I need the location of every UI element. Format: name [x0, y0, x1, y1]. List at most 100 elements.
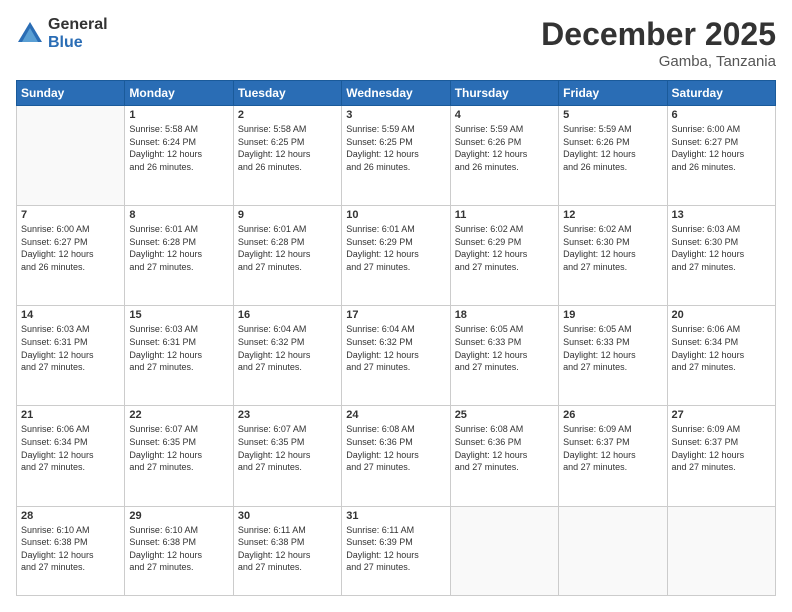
calendar-cell: 6Sunrise: 6:00 AMSunset: 6:27 PMDaylight…	[667, 106, 775, 206]
weekday-header-sunday: Sunday	[17, 81, 125, 106]
logo: General Blue	[16, 16, 108, 51]
calendar-cell: 24 Sunrise: 6:08 AMSunset: 6:36 PMDayligh…	[342, 406, 450, 506]
week-row-1: 1 Sunrise: 5:58 AMSunset: 6:24 PMDaylight…	[17, 106, 776, 206]
day-number: 27	[672, 409, 771, 421]
calendar-cell: 16 Sunrise: 6:04 AMSunset: 6:32 PMDayligh…	[233, 306, 341, 406]
weekday-header-row: SundayMondayTuesdayWednesdayThursdayFrid…	[17, 81, 776, 106]
day-info: Sunrise: 6:03 AMSunset: 6:30 PMDaylight:…	[672, 223, 771, 273]
logo-blue-label: Blue	[48, 34, 108, 52]
day-number: 14	[21, 309, 120, 321]
day-number: 24	[346, 409, 445, 421]
header: General Blue December 2025 Gamba, Tanzan…	[16, 16, 776, 70]
day-info: Sunrise: 6:07 AMSunset: 6:35 PMDaylight:…	[129, 423, 228, 473]
calendar-cell: 10 Sunrise: 6:01 AMSunset: 6:29 PMDayligh…	[342, 206, 450, 306]
day-number: 30	[238, 510, 337, 522]
day-number: 9	[238, 209, 337, 221]
weekday-header-tuesday: Tuesday	[233, 81, 341, 106]
logo-icon	[16, 20, 44, 48]
day-number: 11	[455, 209, 554, 221]
day-number: 1	[129, 109, 228, 121]
calendar-cell: 19Sunrise: 6:05 AMSunset: 6:33 PMDayligh…	[559, 306, 667, 406]
title-block: December 2025 Gamba, Tanzania	[541, 16, 776, 70]
calendar-cell	[559, 506, 667, 595]
day-number: 2	[238, 109, 337, 121]
day-info: Sunrise: 6:08 AMSunset: 6:36 PMDaylight:…	[455, 423, 554, 473]
day-info: Sunrise: 6:10 AMSunset: 6:38 PMDaylight:…	[129, 524, 228, 574]
calendar-cell: 27 Sunrise: 6:09 AMSunset: 6:37 PMDayligh…	[667, 406, 775, 506]
day-number: 21	[21, 409, 120, 421]
day-info: Sunrise: 6:08 AMSunset: 6:36 PMDaylight:…	[346, 423, 445, 473]
calendar-cell: 30 Sunrise: 6:11 AMSunset: 6:38 PMDayligh…	[233, 506, 341, 595]
day-number: 19	[563, 309, 662, 321]
calendar-cell: 13 Sunrise: 6:03 AMSunset: 6:30 PMDayligh…	[667, 206, 775, 306]
day-number: 4	[455, 109, 554, 121]
week-row-2: 7 Sunrise: 6:00 AMSunset: 6:27 PMDaylight…	[17, 206, 776, 306]
calendar-cell: 9 Sunrise: 6:01 AMSunset: 6:28 PMDaylight…	[233, 206, 341, 306]
day-info: Sunrise: 6:06 AMSunset: 6:34 PMDaylight:…	[672, 323, 771, 373]
day-info: Sunrise: 6:03 AMSunset: 6:31 PMDaylight:…	[21, 323, 120, 373]
day-info: Sunrise: 5:59 AMSunset: 6:25 PMDaylight:…	[346, 123, 445, 173]
day-info: Sunrise: 6:11 AMSunset: 6:38 PMDaylight:…	[238, 524, 337, 574]
week-row-3: 14 Sunrise: 6:03 AMSunset: 6:31 PMDayligh…	[17, 306, 776, 406]
calendar-cell: 7 Sunrise: 6:00 AMSunset: 6:27 PMDaylight…	[17, 206, 125, 306]
calendar-cell: 2 Sunrise: 5:58 AMSunset: 6:25 PMDaylight…	[233, 106, 341, 206]
day-info: Sunrise: 5:59 AMSunset: 6:26 PMDaylight:…	[455, 123, 554, 173]
day-info: Sunrise: 5:58 AMSunset: 6:25 PMDaylight:…	[238, 123, 337, 173]
day-number: 7	[21, 209, 120, 221]
day-info: Sunrise: 6:04 AMSunset: 6:32 PMDaylight:…	[346, 323, 445, 373]
calendar-cell: 3Sunrise: 5:59 AMSunset: 6:25 PMDaylight…	[342, 106, 450, 206]
weekday-header-wednesday: Wednesday	[342, 81, 450, 106]
calendar-cell	[450, 506, 558, 595]
weekday-header-monday: Monday	[125, 81, 233, 106]
month-title: December 2025	[541, 16, 776, 53]
day-info: Sunrise: 6:02 AMSunset: 6:29 PMDaylight:…	[455, 223, 554, 273]
day-number: 23	[238, 409, 337, 421]
calendar-cell: 20 Sunrise: 6:06 AMSunset: 6:34 PMDayligh…	[667, 306, 775, 406]
day-number: 17	[346, 309, 445, 321]
day-info: Sunrise: 6:01 AMSunset: 6:28 PMDaylight:…	[238, 223, 337, 273]
week-row-5: 28Sunrise: 6:10 AMSunset: 6:38 PMDayligh…	[17, 506, 776, 595]
calendar: SundayMondayTuesdayWednesdayThursdayFrid…	[16, 80, 776, 596]
day-info: Sunrise: 6:10 AMSunset: 6:38 PMDaylight:…	[21, 524, 120, 574]
calendar-cell: 22Sunrise: 6:07 AMSunset: 6:35 PMDayligh…	[125, 406, 233, 506]
day-info: Sunrise: 5:58 AMSunset: 6:24 PMDaylight:…	[129, 123, 228, 173]
day-number: 10	[346, 209, 445, 221]
day-number: 13	[672, 209, 771, 221]
day-info: Sunrise: 6:07 AMSunset: 6:35 PMDaylight:…	[238, 423, 337, 473]
location: Gamba, Tanzania	[541, 53, 776, 70]
calendar-cell: 29Sunrise: 6:10 AMSunset: 6:38 PMDayligh…	[125, 506, 233, 595]
calendar-cell	[667, 506, 775, 595]
day-number: 18	[455, 309, 554, 321]
calendar-cell	[17, 106, 125, 206]
calendar-cell: 4 Sunrise: 5:59 AMSunset: 6:26 PMDaylight…	[450, 106, 558, 206]
day-info: Sunrise: 6:09 AMSunset: 6:37 PMDaylight:…	[672, 423, 771, 473]
calendar-cell: 31Sunrise: 6:11 AMSunset: 6:39 PMDayligh…	[342, 506, 450, 595]
day-info: Sunrise: 6:05 AMSunset: 6:33 PMDaylight:…	[455, 323, 554, 373]
calendar-cell: 8 Sunrise: 6:01 AMSunset: 6:28 PMDaylight…	[125, 206, 233, 306]
day-info: Sunrise: 6:00 AMSunset: 6:27 PMDaylight:…	[21, 223, 120, 273]
day-info: Sunrise: 6:01 AMSunset: 6:29 PMDaylight:…	[346, 223, 445, 273]
day-info: Sunrise: 6:04 AMSunset: 6:32 PMDaylight:…	[238, 323, 337, 373]
day-info: Sunrise: 6:09 AMSunset: 6:37 PMDaylight:…	[563, 423, 662, 473]
day-number: 31	[346, 510, 445, 522]
day-number: 15	[129, 309, 228, 321]
day-number: 25	[455, 409, 554, 421]
weekday-header-thursday: Thursday	[450, 81, 558, 106]
calendar-cell: 12Sunrise: 6:02 AMSunset: 6:30 PMDayligh…	[559, 206, 667, 306]
calendar-cell: 17 Sunrise: 6:04 AMSunset: 6:32 PMDayligh…	[342, 306, 450, 406]
day-number: 8	[129, 209, 228, 221]
page: General Blue December 2025 Gamba, Tanzan…	[0, 0, 792, 612]
calendar-cell: 18 Sunrise: 6:05 AMSunset: 6:33 PMDayligh…	[450, 306, 558, 406]
logo-general-label: General	[48, 16, 108, 34]
weekday-header-saturday: Saturday	[667, 81, 775, 106]
calendar-cell: 23 Sunrise: 6:07 AMSunset: 6:35 PMDayligh…	[233, 406, 341, 506]
day-info: Sunrise: 6:00 AMSunset: 6:27 PMDaylight:…	[672, 123, 771, 173]
calendar-cell: 25 Sunrise: 6:08 AMSunset: 6:36 PMDayligh…	[450, 406, 558, 506]
day-info: Sunrise: 5:59 AMSunset: 6:26 PMDaylight:…	[563, 123, 662, 173]
calendar-cell: 1 Sunrise: 5:58 AMSunset: 6:24 PMDaylight…	[125, 106, 233, 206]
weekday-header-friday: Friday	[559, 81, 667, 106]
day-number: 20	[672, 309, 771, 321]
day-info: Sunrise: 6:03 AMSunset: 6:31 PMDaylight:…	[129, 323, 228, 373]
day-info: Sunrise: 6:01 AMSunset: 6:28 PMDaylight:…	[129, 223, 228, 273]
day-number: 16	[238, 309, 337, 321]
